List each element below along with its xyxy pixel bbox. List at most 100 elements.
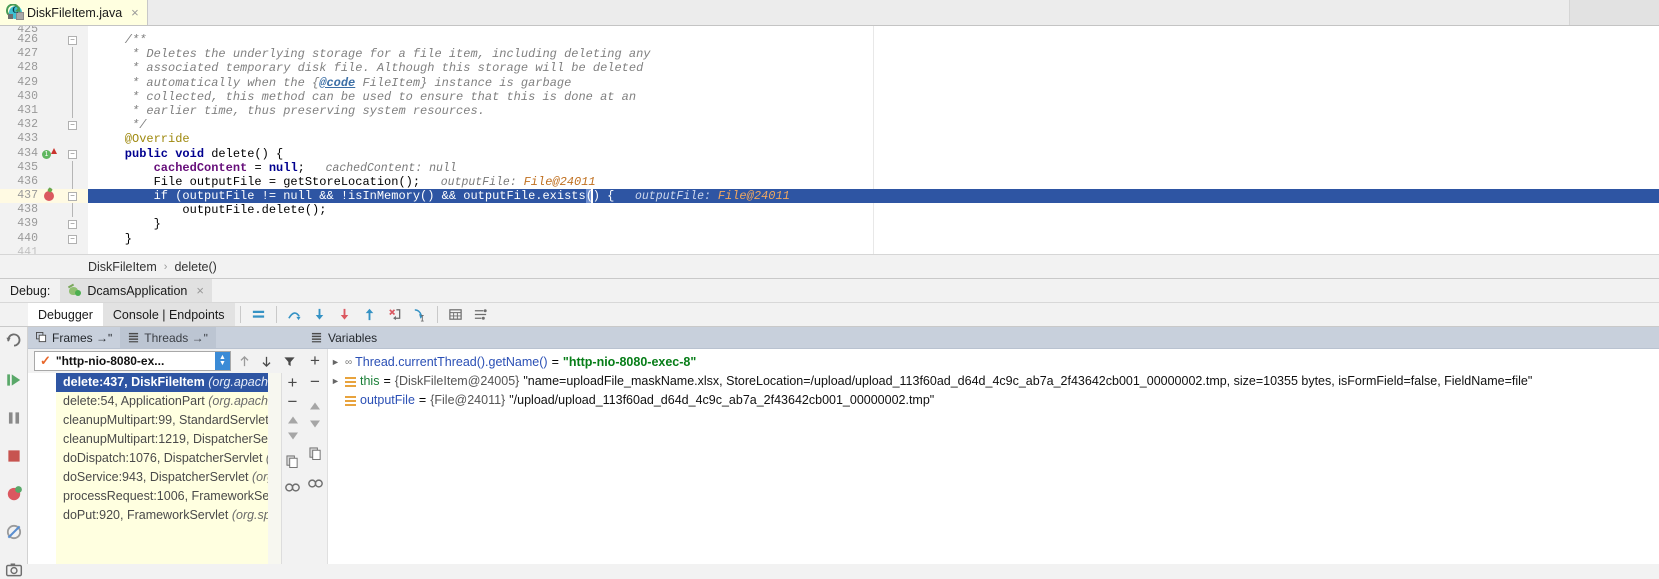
copy-value-icon[interactable] xyxy=(308,447,322,460)
run-configuration-tab[interactable]: DcamsApplication × xyxy=(60,279,212,302)
screenshot-icon[interactable] xyxy=(5,561,23,579)
equals-sign: = xyxy=(418,393,427,407)
frame-row[interactable]: delete:54, ApplicationPart (org.apache.c xyxy=(56,392,303,411)
tab-debugger[interactable]: Debugger xyxy=(28,303,103,326)
code-line-current-execution: if (outputFile != null && !isInMemory() … xyxy=(88,189,1659,204)
variables-list[interactable]: ► ∞ Thread.currentThread().getName() = "… xyxy=(328,349,1659,564)
breadcrumb-method[interactable]: delete() xyxy=(174,260,216,274)
frames-list[interactable]: delete:437, DiskFileItem (org.apache.tom… xyxy=(56,373,303,564)
settings-icon[interactable] xyxy=(285,482,300,493)
variable-value: "http-nio-8080-exec-8" xyxy=(562,355,697,369)
code-text-area[interactable]: /** * Deletes the underlying storage for… xyxy=(88,26,1659,254)
if-keyword: if (outputFile != null && !isInMemory() … xyxy=(96,189,586,204)
resume-program-icon[interactable] xyxy=(5,371,23,389)
line-number: 429 xyxy=(17,75,38,89)
editor-gutter[interactable]: 425 426 − 427 428 429 430 431 432 − 433 … xyxy=(0,26,88,254)
frame-row[interactable]: processRequest:1006, FrameworkServle xyxy=(56,487,303,506)
frame-row[interactable]: doDispatch:1076, DispatcherServlet (org xyxy=(56,449,303,468)
field-name: cachedContent xyxy=(96,160,255,175)
variable-row[interactable]: ► ∞ Thread.currentThread().getName() = "… xyxy=(328,353,1659,372)
gutter-line: 440 − xyxy=(0,232,88,246)
code-line: } xyxy=(88,232,1659,246)
close-icon[interactable]: × xyxy=(196,283,204,298)
pause-program-icon[interactable] xyxy=(5,409,23,427)
restore-layout-icon[interactable] xyxy=(5,331,23,349)
expand-triangle-icon[interactable]: ► xyxy=(330,372,341,391)
inline-hint-label: outputFile: xyxy=(420,175,524,189)
tab-threads[interactable]: Threads →ʺ xyxy=(120,327,216,348)
code-editor[interactable]: 425 426 − 427 428 429 430 431 432 − 433 … xyxy=(0,26,1659,254)
breakpoint-icon[interactable] xyxy=(44,191,54,202)
editor-tab-bar: DiskFileItem.java × xyxy=(0,0,1659,26)
line-number: 435 xyxy=(17,160,38,174)
text-caret: ( xyxy=(585,189,593,204)
frames-icon xyxy=(36,332,47,343)
step-out-icon[interactable] xyxy=(357,303,382,326)
scroll-up-icon[interactable] xyxy=(309,401,321,411)
filter-icon[interactable] xyxy=(280,355,299,368)
close-icon[interactable]: × xyxy=(131,5,139,20)
rerun-icon[interactable] xyxy=(6,4,23,21)
thread-selector-row: ✓ "http-nio-8080-ex... ▲ ▼ xyxy=(28,349,303,373)
drop-frame-icon[interactable] xyxy=(382,303,407,326)
remove-watch-icon[interactable]: − xyxy=(310,373,320,390)
force-step-into-icon[interactable] xyxy=(332,303,357,326)
run-to-cursor-icon[interactable] xyxy=(407,303,432,326)
view-breakpoints-icon[interactable] xyxy=(5,485,23,503)
breadcrumb-class[interactable]: DiskFileItem xyxy=(88,260,157,274)
fold-minus-icon[interactable]: − xyxy=(68,220,77,230)
settings-icon[interactable] xyxy=(307,478,323,489)
method-modifiers: public void xyxy=(96,146,212,161)
add-icon[interactable]: + xyxy=(288,374,298,391)
evaluate-expression-icon[interactable] xyxy=(443,303,468,326)
variable-row[interactable]: outputFile = {File@24011} "/upload/uploa… xyxy=(328,391,1659,410)
frames-scrollbar[interactable] xyxy=(268,373,281,564)
fold-minus-icon[interactable]: − xyxy=(68,149,77,159)
stop-icon[interactable] xyxy=(5,447,23,465)
debug-tool-window-header: Debug: DcamsApplication × xyxy=(0,278,1659,302)
method-name: delete() { xyxy=(211,146,284,161)
inline-hint-label: cachedContent: xyxy=(304,161,430,175)
remove-icon[interactable]: − xyxy=(288,393,298,410)
scroll-down-icon[interactable] xyxy=(309,419,321,429)
frame-row[interactable]: doService:943, DispatcherServlet (org.s xyxy=(56,468,303,487)
mute-breakpoints-icon[interactable] xyxy=(246,303,271,326)
fold-minus-icon[interactable]: − xyxy=(68,121,77,131)
thread-selector[interactable]: ✓ "http-nio-8080-ex... ▲ ▼ xyxy=(34,351,231,371)
fold-minus-icon[interactable]: − xyxy=(68,234,77,244)
scroll-down-icon[interactable] xyxy=(287,431,299,441)
up-arrow-icon[interactable] xyxy=(236,355,253,368)
down-arrow-icon[interactable] xyxy=(258,355,275,368)
line-number: 437 xyxy=(17,189,38,203)
mute-breakpoints-icon[interactable] xyxy=(5,523,23,541)
frame-row[interactable]: delete:437, DiskFileItem (org.apache.tom xyxy=(56,373,303,392)
variable-value: "name=uploadFile_maskName.xlsx, StoreLoc… xyxy=(523,374,1533,388)
frame-row[interactable]: cleanupMultipart:99, StandardServletMu xyxy=(56,411,303,430)
tab-console-endpoints[interactable]: Console | Endpoints xyxy=(102,303,235,326)
layout-settings-icon[interactable] xyxy=(468,303,493,326)
step-over-icon[interactable] xyxy=(282,303,307,326)
editor-tab-label: DiskFileItem.java xyxy=(27,5,123,20)
variable-name: this xyxy=(360,374,380,388)
variables-header: Variables xyxy=(303,327,1659,349)
spinner-arrows-icon[interactable]: ▲ ▼ xyxy=(215,352,230,370)
if-tail: ) { xyxy=(592,189,615,204)
debug-bug-icon xyxy=(68,283,82,297)
scroll-up-icon[interactable] xyxy=(287,415,299,425)
gutter-line: 436 xyxy=(0,174,88,190)
variable-row[interactable]: ► this = {DiskFileItem@24005} "name=uplo… xyxy=(328,372,1659,391)
expand-triangle-icon[interactable]: ► xyxy=(330,353,341,372)
field-icon xyxy=(345,376,356,387)
frame-row[interactable]: cleanupMultipart:1219, DispatcherServle xyxy=(56,430,303,449)
equals-sign: = xyxy=(551,355,559,369)
copy-stack-icon[interactable] xyxy=(286,455,299,468)
line-number: 441 xyxy=(17,245,38,254)
gutter-line: 429 xyxy=(0,75,88,90)
fold-minus-icon[interactable]: − xyxy=(68,192,77,202)
fold-minus-icon[interactable]: − xyxy=(68,36,77,45)
add-watch-icon[interactable]: + xyxy=(310,352,320,369)
step-into-icon[interactable] xyxy=(307,303,332,326)
tab-frames[interactable]: Frames →ʺ xyxy=(28,327,121,348)
frame-row[interactable]: doPut:920, FrameworkServlet (org.sprin xyxy=(56,506,303,525)
run-to-cursor-gutter-icon[interactable] xyxy=(42,147,57,162)
